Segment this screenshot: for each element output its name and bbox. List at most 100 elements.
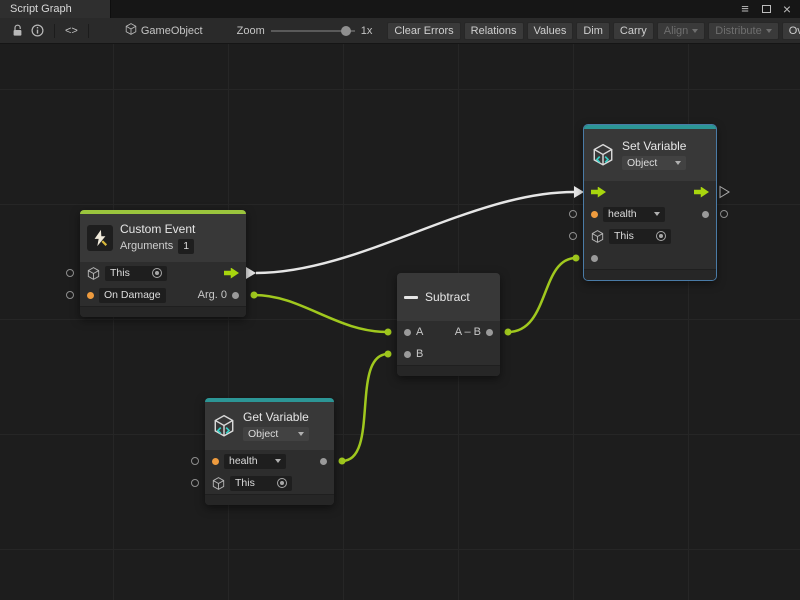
- node-header[interactable]: Get Variable Object: [205, 402, 334, 450]
- node-subtract[interactable]: Subtract A A – B B: [397, 273, 500, 376]
- variable-name-port[interactable]: [212, 458, 219, 465]
- input-a-port[interactable]: [404, 329, 411, 336]
- zoom-slider[interactable]: [271, 25, 355, 37]
- graph-toolbar: <> GameObject Zoom 1x Clear Errors Relat…: [0, 18, 800, 44]
- node-custom-event[interactable]: Custom Event Arguments 1 This: [80, 210, 246, 317]
- node-set-variable[interactable]: Set Variable Object health: [584, 125, 716, 280]
- window-tab-bar: Script Graph: [0, 0, 800, 18]
- gameobject-button[interactable]: GameObject: [121, 22, 207, 40]
- relations-button[interactable]: Relations: [464, 22, 524, 40]
- unconnected-port-ring[interactable]: [192, 480, 199, 487]
- values-button[interactable]: Values: [527, 22, 574, 40]
- gameobject-cube-icon: [87, 267, 100, 280]
- target-picker-icon: [277, 478, 287, 488]
- unconnected-port-ring[interactable]: [67, 292, 74, 299]
- variable-scope-dropdown[interactable]: Object: [243, 427, 309, 441]
- scope-value: Object: [627, 156, 657, 171]
- event-name-field[interactable]: On Damage: [99, 288, 166, 303]
- unconnected-port-ring[interactable]: [570, 233, 577, 240]
- unconnected-port-ring[interactable]: [570, 211, 577, 218]
- distribute-button: Distribute: [708, 22, 778, 40]
- carry-button[interactable]: Carry: [613, 22, 654, 40]
- this-value: This: [110, 266, 130, 281]
- value-output-port[interactable]: [320, 458, 327, 465]
- flow-output-port[interactable]: [224, 268, 239, 279]
- event-name-value: On Damage: [104, 288, 161, 303]
- flow-wire-start-arrow: [246, 267, 256, 279]
- port-row-flow: [584, 181, 716, 203]
- this-value: This: [235, 476, 255, 491]
- wire-endpoint: [251, 292, 258, 299]
- this-target-field[interactable]: This: [105, 266, 167, 281]
- output-label: A – B: [455, 326, 481, 338]
- target-picker-icon: [152, 268, 162, 278]
- output-port[interactable]: [486, 329, 493, 336]
- wire-endpoint: [505, 329, 512, 336]
- window-controls: [739, 0, 800, 18]
- wire-arg0-to-subtract-a[interactable]: [254, 295, 388, 332]
- this-target-field[interactable]: This: [230, 476, 292, 491]
- unconnected-port-ring[interactable]: [192, 458, 199, 465]
- node-get-variable[interactable]: Get Variable Object health: [205, 398, 334, 505]
- port-row-target: This: [205, 472, 334, 494]
- node-footer: [397, 365, 500, 376]
- tab-script-graph[interactable]: Script Graph: [0, 0, 111, 18]
- arg0-output-port[interactable]: [232, 292, 239, 299]
- unity-script-graph-window: Script Graph <> GameObject Zoom 1x: [0, 0, 800, 600]
- chevron-down-icon: [298, 432, 304, 436]
- wire-endpoint: [385, 329, 392, 336]
- overview-button[interactable]: Overview: [782, 22, 800, 40]
- window-maximize-icon[interactable]: [760, 2, 772, 16]
- node-title: Get Variable: [243, 411, 309, 423]
- chevron-down-icon: [766, 29, 772, 33]
- flow-output-port[interactable]: [694, 187, 709, 198]
- node-header[interactable]: Custom Event Arguments 1: [80, 214, 246, 262]
- node-footer: [205, 494, 334, 505]
- port-row-target: This: [80, 262, 246, 284]
- wire-endpoint: [385, 351, 392, 358]
- wire-flow-customevent-to-setvariable[interactable]: [256, 192, 574, 273]
- unconnected-flow-triangle[interactable]: [720, 187, 729, 198]
- this-target-field[interactable]: This: [609, 229, 671, 244]
- window-menu-icon[interactable]: [739, 2, 751, 16]
- wire-subtract-to-setvariable-input[interactable]: [508, 258, 576, 332]
- variable-name-value: health: [608, 207, 637, 222]
- variable-name-value: health: [229, 454, 258, 469]
- distribute-label: Distribute: [715, 25, 761, 37]
- variable-name-dropdown[interactable]: health: [603, 207, 665, 222]
- variable-icon: [212, 414, 236, 438]
- wire-getvariable-to-subtract-b[interactable]: [342, 354, 388, 461]
- toolbar-separator: [88, 24, 89, 38]
- wire-endpoint: [573, 255, 580, 262]
- graph-canvas[interactable]: Custom Event Arguments 1 This: [0, 44, 800, 600]
- target-picker-icon: [656, 231, 666, 241]
- value-input-port[interactable]: [591, 255, 598, 262]
- arg0-label: Arg. 0: [198, 289, 227, 301]
- dim-button[interactable]: Dim: [576, 22, 610, 40]
- value-output-port[interactable]: [702, 211, 709, 218]
- node-header[interactable]: Set Variable Object: [584, 129, 716, 181]
- port-row-b: B: [397, 343, 500, 365]
- node-header[interactable]: Subtract: [397, 273, 500, 321]
- flow-input-port[interactable]: [591, 187, 606, 198]
- variable-name-dropdown[interactable]: health: [224, 454, 286, 469]
- arguments-input[interactable]: 1: [178, 239, 194, 254]
- variable-scope-dropdown[interactable]: Object: [622, 156, 686, 170]
- lock-icon[interactable]: [8, 22, 27, 40]
- gameobject-label: GameObject: [141, 25, 203, 37]
- window-close-icon[interactable]: [781, 2, 793, 16]
- unconnected-port-ring[interactable]: [67, 270, 74, 277]
- zoom-slider-handle[interactable]: [341, 26, 351, 36]
- clear-errors-button[interactable]: Clear Errors: [387, 22, 460, 40]
- custom-event-icon: [87, 225, 113, 251]
- input-b-port[interactable]: [404, 351, 411, 358]
- wire-endpoint: [339, 458, 346, 465]
- event-name-input-port[interactable]: [87, 292, 94, 299]
- gameobject-cube-icon: [212, 477, 225, 490]
- code-view-icon[interactable]: <>: [61, 22, 82, 40]
- unconnected-port-ring[interactable]: [721, 211, 728, 218]
- info-icon[interactable]: [27, 22, 48, 40]
- port-row-target: This: [584, 225, 716, 247]
- variable-icon: [591, 143, 615, 167]
- variable-name-port[interactable]: [591, 211, 598, 218]
